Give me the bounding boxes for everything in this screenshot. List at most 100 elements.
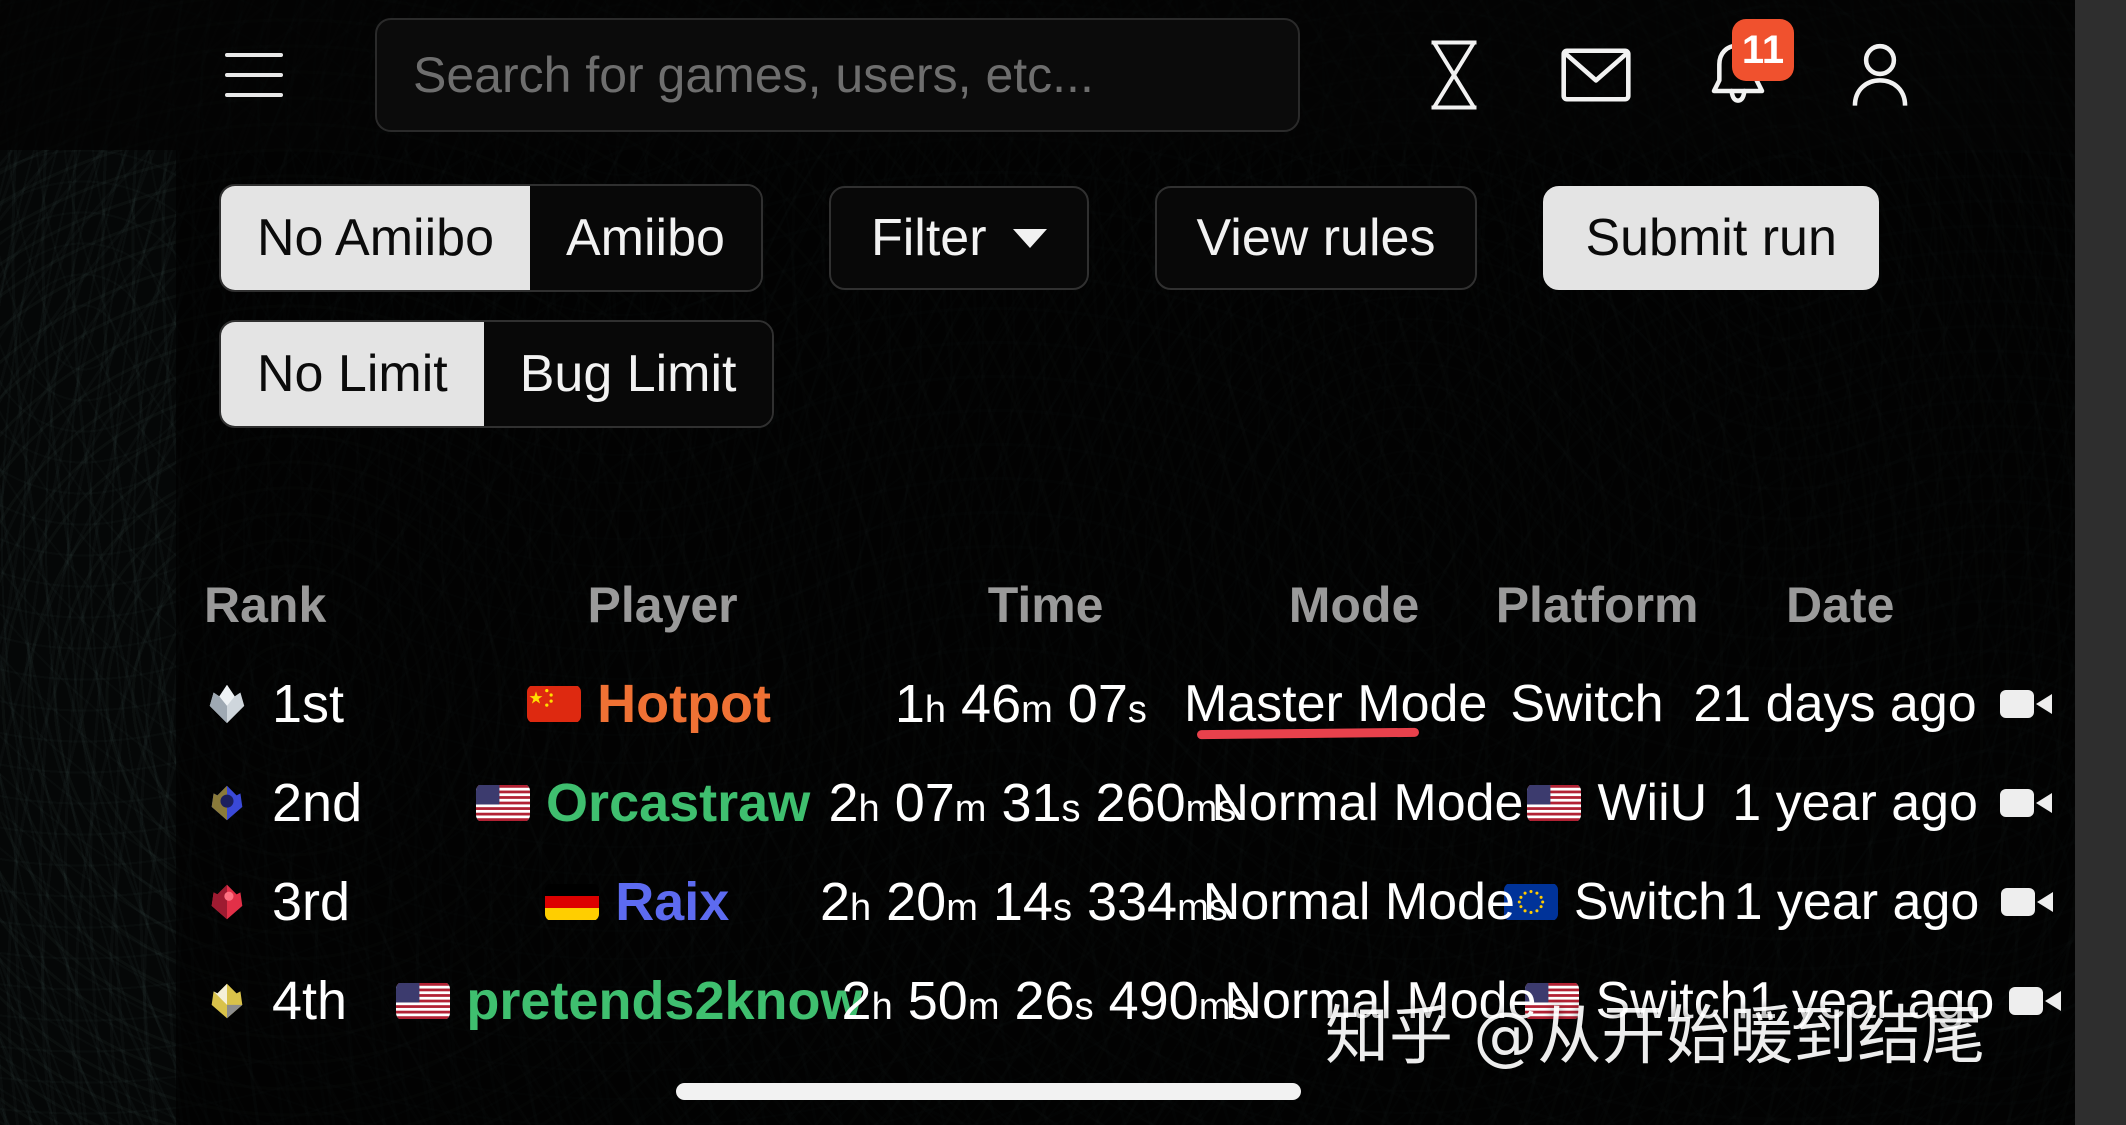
video-icon[interactable] xyxy=(2001,883,2054,921)
video-cell[interactable] xyxy=(1979,883,2075,921)
flag-us-icon xyxy=(476,784,531,821)
bell-icon[interactable]: 11 xyxy=(1702,19,1794,117)
rank-label: 1st xyxy=(272,673,345,734)
column-header-player[interactable]: Player xyxy=(454,576,870,634)
table-row[interactable]: 3rd Raix 2h 20m 14s 334ms Normal Mode Sw… xyxy=(176,852,2075,951)
segment-no-limit[interactable]: No Limit xyxy=(221,322,484,426)
date-label: 1 year ago xyxy=(1733,872,1980,931)
search-input[interactable] xyxy=(413,46,1298,104)
flag-us-icon xyxy=(396,982,451,1019)
player-cell[interactable]: pretends2know xyxy=(396,970,863,1032)
time-cell: 1h 46m 07s xyxy=(851,673,1191,735)
rank-label: 2nd xyxy=(272,772,363,833)
mode-label: Normal Mode xyxy=(1211,773,1524,832)
platform-cell: Switch xyxy=(1525,971,1749,1031)
red-underline-annotation xyxy=(1196,727,1419,739)
video-cell[interactable] xyxy=(1994,982,2075,1020)
app-header: 11 xyxy=(0,0,2075,150)
table-header-row: Rank Player Time Mode Platform Date xyxy=(176,555,2075,654)
platform-label: Switch xyxy=(1595,971,1749,1030)
player-cell[interactable]: Hotpot xyxy=(447,673,851,735)
right-gutter xyxy=(2075,0,2126,1125)
rank-label: 4th xyxy=(272,970,348,1031)
player-cell[interactable]: Raix xyxy=(441,871,834,933)
time-cell: 2h 07m 31s 260ms xyxy=(829,772,1237,834)
video-icon[interactable] xyxy=(2008,982,2061,1020)
column-header-time[interactable]: Time xyxy=(871,576,1221,634)
red-gem-icon xyxy=(211,884,243,919)
date-cell: 1 year ago xyxy=(1722,773,1978,833)
silver-gem-icon xyxy=(209,684,245,723)
date-label: 21 days ago xyxy=(1693,674,1977,733)
mode-label: Normal Mode xyxy=(1202,872,1515,931)
rank-label: 3rd xyxy=(272,871,351,932)
rank-cell: 3rd xyxy=(176,871,441,933)
video-cell[interactable] xyxy=(1978,784,2075,822)
player-name[interactable]: pretends2know xyxy=(466,970,862,1032)
date-cell: 21 days ago xyxy=(1693,674,1976,734)
time-value: 2h 20m 14s 334ms xyxy=(819,871,1228,932)
gold-gem-icon xyxy=(211,983,243,1018)
column-header-rank[interactable]: Rank xyxy=(176,576,454,634)
flag-de-icon xyxy=(545,883,600,920)
home-indicator xyxy=(676,1083,1301,1100)
time-value: 1h 46m 07s xyxy=(894,673,1147,734)
toolbar-row-secondary: No Limit Bug Limit xyxy=(219,320,775,428)
time-cell: 2h 20m 14s 334ms xyxy=(820,871,1228,933)
hamburger-icon[interactable] xyxy=(225,53,283,97)
mode-cell: Normal Mode xyxy=(1203,872,1515,932)
search-box[interactable] xyxy=(375,18,1300,132)
segment-bug-limit[interactable]: Bug Limit xyxy=(483,322,773,426)
flag-cn-icon xyxy=(527,685,582,722)
platform-label: WiiU xyxy=(1597,773,1708,832)
phone-viewport: 11 No Amiibo Amiibo Filter View rules Su… xyxy=(0,0,2075,1125)
mode-label: Master Mode xyxy=(1183,674,1488,733)
time-value: 2h 07m 31s 260ms xyxy=(828,772,1237,833)
segment-no-amiibo[interactable]: No Amiibo xyxy=(221,186,530,290)
date-label: 1 year ago xyxy=(1732,773,1978,832)
view-rules-button[interactable]: View rules xyxy=(1154,186,1478,290)
column-header-platform[interactable]: Platform xyxy=(1488,576,1707,634)
date-label: 1 year ago xyxy=(1748,971,1995,1030)
player-name[interactable]: Raix xyxy=(615,871,729,933)
platform-cell: Switch xyxy=(1503,872,1727,932)
blue-gem-icon xyxy=(211,785,243,820)
segment-amiibo[interactable]: Amiibo xyxy=(530,186,761,290)
hamburger-line xyxy=(225,53,283,57)
platform-label: Switch xyxy=(1573,872,1727,931)
rank-cell: 2nd xyxy=(176,772,444,834)
hourglass-icon[interactable] xyxy=(1418,33,1490,117)
envelope-icon[interactable] xyxy=(1560,33,1632,117)
time-value: 2h 50m 26s 490ms xyxy=(841,970,1250,1031)
player-name[interactable]: Orcastraw xyxy=(546,772,810,834)
chevron-down-icon xyxy=(1012,228,1047,248)
limit-segmented-control: No Limit Bug Limit xyxy=(219,320,775,428)
video-cell[interactable] xyxy=(1977,685,2075,723)
table-row[interactable]: 1st Hotpot 1h 46m 07s Master Mode Switch… xyxy=(176,654,2075,753)
rank-cell: 1st xyxy=(176,673,447,735)
video-icon[interactable] xyxy=(1999,685,2052,723)
video-icon[interactable] xyxy=(2000,784,2053,822)
date-cell: 1 year ago xyxy=(1727,872,1980,932)
column-header-date[interactable]: Date xyxy=(1707,576,1974,634)
rank-cell: 4th xyxy=(176,970,403,1032)
filter-button[interactable]: Filter xyxy=(828,186,1089,290)
table-row[interactable]: 4th pretends2know 2h 50m 26s 490ms Norma… xyxy=(176,951,2075,1050)
mode-label: Normal Mode xyxy=(1224,971,1537,1030)
user-icon[interactable] xyxy=(1844,33,1916,117)
submit-run-button[interactable]: Submit run xyxy=(1543,186,1879,290)
player-name[interactable]: Hotpot xyxy=(597,673,771,735)
flag-us-icon xyxy=(1527,784,1582,821)
table-row[interactable]: 2nd Orcastraw 2h 07m 31s 260ms Normal Mo… xyxy=(176,753,2075,852)
player-cell[interactable]: Orcastraw xyxy=(444,772,843,834)
column-header-mode[interactable]: Mode xyxy=(1221,576,1488,634)
platform-cell: WiiU xyxy=(1512,773,1722,833)
platform-cell: Switch xyxy=(1481,674,1694,734)
time-cell: 2h 50m 26s 490ms xyxy=(842,970,1250,1032)
toolbar-row-primary: No Amiibo Amiibo Filter View rules Submi… xyxy=(219,184,1879,292)
leaderboard-table: Rank Player Time Mode Platform Date 1st xyxy=(176,555,2075,1050)
date-cell: 1 year ago xyxy=(1749,971,1995,1031)
hamburger-line xyxy=(225,73,283,77)
amiibo-segmented-control: No Amiibo Amiibo xyxy=(219,184,763,292)
mode-cell: Normal Mode xyxy=(1224,971,1536,1031)
